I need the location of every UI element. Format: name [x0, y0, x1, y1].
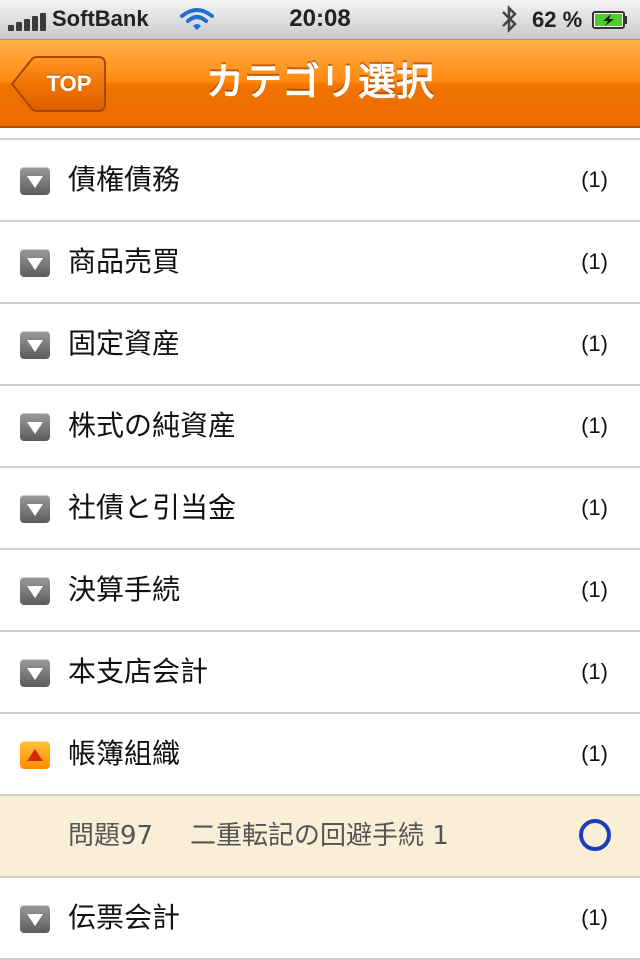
category-count: (1): [581, 413, 608, 438]
collapse-triangle-icon: [20, 167, 50, 195]
category-row-7[interactable]: 帳簿組織 (1): [0, 714, 640, 796]
category-label: 商品売買: [68, 245, 181, 278]
category-row-1[interactable]: 商品売買 (1): [0, 222, 640, 304]
page-title: カテゴリ選択: [205, 60, 434, 104]
question-title: 二重転記の回避手続 1: [190, 821, 449, 851]
status-bar: SoftBank 20:08 62 %: [0, 0, 640, 40]
battery-charging-icon: [592, 11, 627, 29]
category-label: 債権債務: [68, 163, 181, 196]
collapse-triangle-icon: [20, 495, 50, 523]
category-count: (1): [581, 167, 608, 192]
category-label: 決算手続: [68, 573, 181, 606]
collapse-triangle-icon: [20, 249, 50, 277]
category-label: 社債と引当金: [68, 491, 237, 524]
category-count: (1): [581, 741, 608, 766]
category-label: 株式の純資産: [68, 409, 237, 442]
bluetooth-icon: [502, 4, 517, 34]
category-row-2[interactable]: 固定資産 (1): [0, 304, 640, 386]
category-count: (1): [581, 577, 608, 602]
top-back-button[interactable]: TOP: [10, 56, 106, 112]
category-label: 帳簿組織: [68, 737, 181, 770]
battery-percent: 62 %: [532, 7, 583, 32]
circle-correct-icon: [579, 819, 611, 851]
category-count: (1): [581, 331, 608, 356]
category-count: (1): [581, 905, 608, 930]
category-row-6[interactable]: 本支店会計 (1): [0, 632, 640, 714]
category-count: (1): [581, 249, 608, 274]
category-count: (1): [581, 495, 608, 520]
category-count: (1): [581, 659, 608, 684]
collapse-triangle-icon: [20, 659, 50, 687]
category-row-3[interactable]: 株式の純資産 (1): [0, 386, 640, 468]
collapse-triangle-icon: [20, 905, 50, 933]
back-button-label: TOP: [46, 71, 92, 96]
collapse-triangle-icon: [20, 413, 50, 441]
category-row-4[interactable]: 社債と引当金 (1): [0, 468, 640, 550]
collapse-triangle-icon: [20, 331, 50, 359]
category-label: 伝票会計: [68, 901, 181, 934]
expand-triangle-icon: [20, 741, 50, 769]
question-number: 問題97: [68, 821, 154, 851]
collapse-triangle-icon: [20, 577, 50, 605]
category-row-8[interactable]: 伝票会計 (1): [0, 878, 640, 960]
navigation-bar: TOP カテゴリ選択: [0, 40, 640, 128]
category-row-0[interactable]: 債権債務 (1): [0, 140, 640, 222]
category-label: 本支店会計: [68, 655, 209, 688]
question-row[interactable]: 問題97 二重転記の回避手続 1: [0, 796, 640, 878]
category-label: 固定資産: [68, 327, 181, 360]
category-row-5[interactable]: 決算手続 (1): [0, 550, 640, 632]
category-list: 債権債務 (1) 商品売買 (1) 固定資産 (1) 株式の純資産 (1) 社債…: [0, 138, 640, 960]
